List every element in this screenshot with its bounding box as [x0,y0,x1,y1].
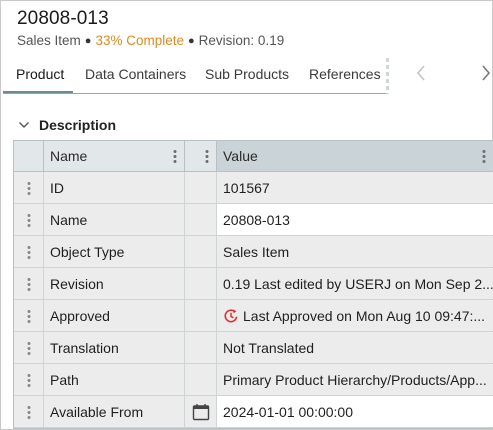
attribute-value: Primary Product Hierarchy/Products/App..… [217,364,493,395]
attribute-name: Name [44,204,185,235]
completion-status[interactable]: 33% Complete [95,33,184,48]
table-row[interactable]: Object Type Sales Item [14,236,493,268]
attributes-grid: Name Value ID 101567 Name 20808-013 Obje… [13,140,493,429]
grip-column-header [14,141,44,171]
attribute-name: Object Type [44,236,185,267]
attribute-value: Not Translated [217,332,493,363]
attribute-value: Sales Item [217,236,493,267]
table-row[interactable]: Available From 2024-01-01 00:00:00 [14,396,493,428]
active-tab-indicator [3,91,73,93]
row-drag-handle[interactable] [14,300,44,331]
tab-data-containers[interactable]: Data Containers [83,58,188,93]
drag-grip-icon [26,340,31,355]
row-extra-cell [185,236,217,267]
row-extra-cell [185,268,217,299]
row-extra-cell [185,364,217,395]
attribute-name: Revision [44,268,185,299]
tab-bar: Product Data Containers Sub Products Ref… [3,58,389,94]
row-drag-handle[interactable] [14,204,44,235]
attribute-value: Last Approved on Mon Aug 10 09:47:... [217,300,493,331]
tab-overflow-edge [386,58,389,94]
value-column-label: Value [223,148,258,164]
chevron-down-icon [19,122,29,128]
attribute-value[interactable]: 2024-01-01 00:00:00 [217,396,493,427]
row-drag-handle[interactable] [14,332,44,363]
tab-references[interactable]: References [307,58,383,93]
extra-column-header[interactable] [185,141,217,171]
row-drag-handle[interactable] [14,268,44,299]
separator-dot: ● [188,35,195,47]
row-extra-cell [185,204,217,235]
row-extra-cell [185,300,217,331]
table-row[interactable]: ID 101567 [14,172,493,204]
approved-text: Last Approved on Mon Aug 10 09:47:... [243,307,486,324]
attribute-name: Translation [44,332,185,363]
table-row[interactable]: Name 20808-013 [14,204,493,236]
revision-label: Revision: 0.19 [198,33,285,48]
section-title: Description [39,117,117,133]
table-row[interactable]: Path Primary Product Hierarchy/Products/… [14,364,493,396]
tab-product[interactable]: Product [14,58,66,93]
attribute-value: 0.19 Last edited by USERJ on Mon Sep 2..… [217,268,493,299]
approval-status-icon[interactable] [223,308,239,324]
row-drag-handle[interactable] [14,396,44,427]
table-row[interactable]: Translation Not Translated [14,332,493,364]
chevron-right-icon[interactable] [476,64,493,86]
grid-header-row: Name Value [14,141,493,172]
drag-grip-icon [26,308,31,323]
item-title: 20808-013 [17,8,109,29]
row-extra-cell [185,332,217,363]
row-extra-cell [185,172,217,203]
name-column-header[interactable]: Name [44,141,185,171]
description-section-header[interactable]: Description [17,114,116,136]
item-header: 20808-013 Sales Item ● 33% Complete ● Revisi… [17,8,485,48]
drag-grip-icon [26,244,31,259]
column-menu-icon[interactable] [173,149,177,163]
drag-grip-icon [26,180,31,195]
column-menu-icon[interactable] [205,149,209,163]
attribute-name: ID [44,172,185,203]
attribute-value: 101567 [217,172,493,203]
attribute-name: Path [44,364,185,395]
drag-grip-icon [26,372,31,387]
item-subtitle: Sales Item ● 33% Complete ● Revision: 0.19 [17,33,485,48]
tab-sub-products[interactable]: Sub Products [203,58,291,93]
date-picker-cell[interactable] [185,396,217,427]
drag-grip-icon [26,404,31,419]
attribute-name: Available From [44,396,185,427]
drag-grip-icon [26,276,31,291]
item-type: Sales Item [17,33,81,48]
attribute-value[interactable]: 20808-013 [217,204,493,235]
chevron-left-icon[interactable] [411,64,431,86]
separator-dot: ● [84,35,92,47]
row-drag-handle[interactable] [14,364,44,395]
column-menu-icon[interactable] [482,149,486,163]
attribute-name: Approved [44,300,185,331]
table-row[interactable]: Approved Last Approved on Mon Aug 10 09:… [14,300,493,332]
name-column-label: Name [50,148,88,164]
value-column-header[interactable]: Value [217,141,493,171]
row-drag-handle[interactable] [14,172,44,203]
row-drag-handle[interactable] [14,236,44,267]
drag-grip-icon [26,212,31,227]
table-row[interactable]: Revision 0.19 Last edited by USERJ on Mo… [14,268,493,300]
calendar-icon[interactable] [192,403,210,421]
